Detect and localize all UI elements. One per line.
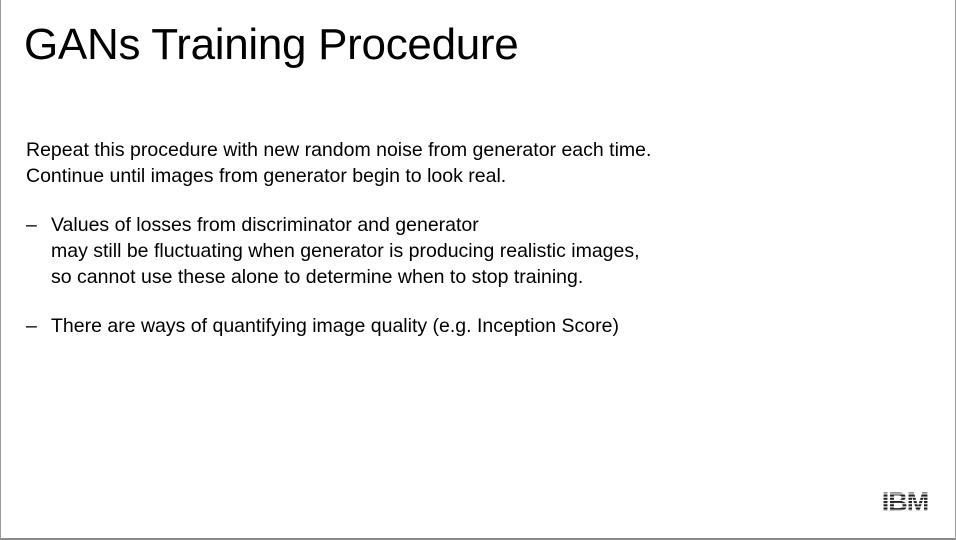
bullet-line: may still be fluctuating when generator … bbox=[51, 240, 640, 262]
bullet-line: Values of losses from discriminator and … bbox=[51, 214, 479, 236]
ibm-logo-icon: IBM bbox=[882, 488, 930, 514]
bullet-dash: – bbox=[26, 315, 37, 337]
svg-text:IBM: IBM bbox=[882, 488, 929, 514]
bullet-line: so cannot use these alone to determine w… bbox=[51, 266, 584, 288]
intro-line: Repeat this procedure with new random no… bbox=[26, 139, 652, 161]
intro-line: Continue until images from generator beg… bbox=[26, 165, 507, 187]
bullet-item: – There are ways of quantifying image qu… bbox=[26, 313, 906, 339]
bullet-line: There are ways of quantifying image qual… bbox=[51, 315, 619, 337]
bullet-dash: – bbox=[26, 214, 37, 236]
bullet-item: – Values of losses from discriminator an… bbox=[26, 212, 906, 290]
slide-title: GANs Training Procedure bbox=[24, 20, 519, 69]
intro-paragraph: Repeat this procedure with new random no… bbox=[26, 137, 906, 189]
slide: GANs Training Procedure Repeat this proc… bbox=[0, 0, 956, 540]
slide-body: Repeat this procedure with new random no… bbox=[26, 137, 906, 339]
